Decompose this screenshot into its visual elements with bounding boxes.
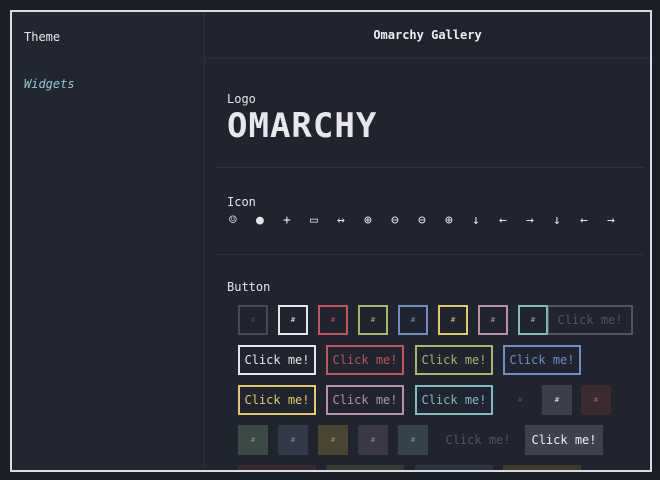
click-me-button[interactable]: Click me! (503, 465, 581, 470)
small-arrow-right-icon: → (607, 212, 615, 228)
archive-icon: ▭ (310, 212, 318, 228)
icon-button[interactable]: # (438, 305, 468, 335)
logo-text: OMARCHY (227, 107, 377, 143)
small-arrow-left-icon: ← (580, 212, 588, 228)
click-me-button[interactable]: Click me! (238, 465, 316, 470)
icon-button[interactable]: # (238, 425, 268, 455)
icon-button[interactable]: # (358, 305, 388, 335)
click-me-button[interactable]: Click me! (503, 345, 581, 375)
arrow-down-icon: ↓ (472, 212, 480, 228)
click-me-button[interactable]: Click me! (415, 385, 493, 415)
click-me-button[interactable]: Click me! (525, 425, 603, 455)
divider (215, 167, 644, 168)
icon-button[interactable]: # (278, 425, 308, 455)
arrows-horizontal-icon: ↔ (337, 212, 345, 228)
gallery-window: Theme Widgets Omarchy Gallery Logo OMARC… (10, 10, 652, 472)
main-content: Logo OMARCHY Icon ☺ ● + ▭ ↔ ⊕ ⊖ ⊖ ⊕ ↓ ← → ↓ ← → Button… (205, 59, 650, 470)
click-me-button[interactable]: Click me! (547, 305, 633, 335)
sidebar: Theme Widgets (12, 12, 205, 470)
icon-button[interactable]: # (398, 305, 428, 335)
click-me-button[interactable]: Click me! (326, 345, 404, 375)
click-me-button[interactable]: Click me! (326, 465, 404, 470)
icon-button[interactable]: # (518, 305, 548, 335)
icon-button[interactable]: # (581, 385, 611, 415)
icon-row: ☺ ● + ▭ ↔ ⊕ ⊖ ⊖ ⊕ ↓ ← → ↓ ← → (229, 210, 634, 230)
toggle-icon: ● (256, 212, 264, 228)
omarchy-logo: OMARCHY (227, 106, 397, 147)
icon-button[interactable]: # (278, 305, 308, 335)
plus-icon: + (283, 212, 291, 228)
icon-button[interactable]: # (358, 425, 388, 455)
user-circle-icon: ☺ (229, 212, 237, 228)
click-me-button[interactable]: Click me! (238, 385, 316, 415)
circle-arrow-down-icon: ⊕ (364, 212, 372, 228)
section-title-icon: Icon (227, 195, 256, 209)
icon-button[interactable]: # (505, 385, 535, 415)
page-title: Omarchy Gallery (205, 12, 650, 59)
circle-arrow-left-icon: ⊖ (391, 212, 399, 228)
icon-button[interactable]: # (318, 425, 348, 455)
icon-button[interactable]: # (542, 385, 572, 415)
section-title-button: Button (227, 280, 271, 294)
circle-arrow-right-icon: ⊖ (418, 212, 426, 228)
icon-button[interactable]: # (398, 425, 428, 455)
arrow-left-icon: ← (499, 212, 507, 228)
icon-button[interactable]: # (238, 305, 268, 335)
divider (215, 254, 644, 255)
click-me-button[interactable]: Click me! (326, 385, 404, 415)
click-me-button[interactable]: Click me! (415, 465, 493, 470)
sidebar-item-theme[interactable]: Theme (24, 30, 60, 44)
circle-arrow-up-icon: ⊕ (445, 212, 453, 228)
icon-button[interactable]: # (318, 305, 348, 335)
click-me-button[interactable]: Click me! (441, 425, 515, 455)
small-arrow-down-icon: ↓ (553, 212, 561, 228)
arrow-right-icon: → (526, 212, 534, 228)
sidebar-item-widgets[interactable]: Widgets (24, 77, 75, 91)
click-me-button[interactable]: Click me! (238, 345, 316, 375)
click-me-button[interactable]: Click me! (415, 345, 493, 375)
section-title-logo: Logo (227, 92, 256, 106)
icon-button[interactable]: # (478, 305, 508, 335)
